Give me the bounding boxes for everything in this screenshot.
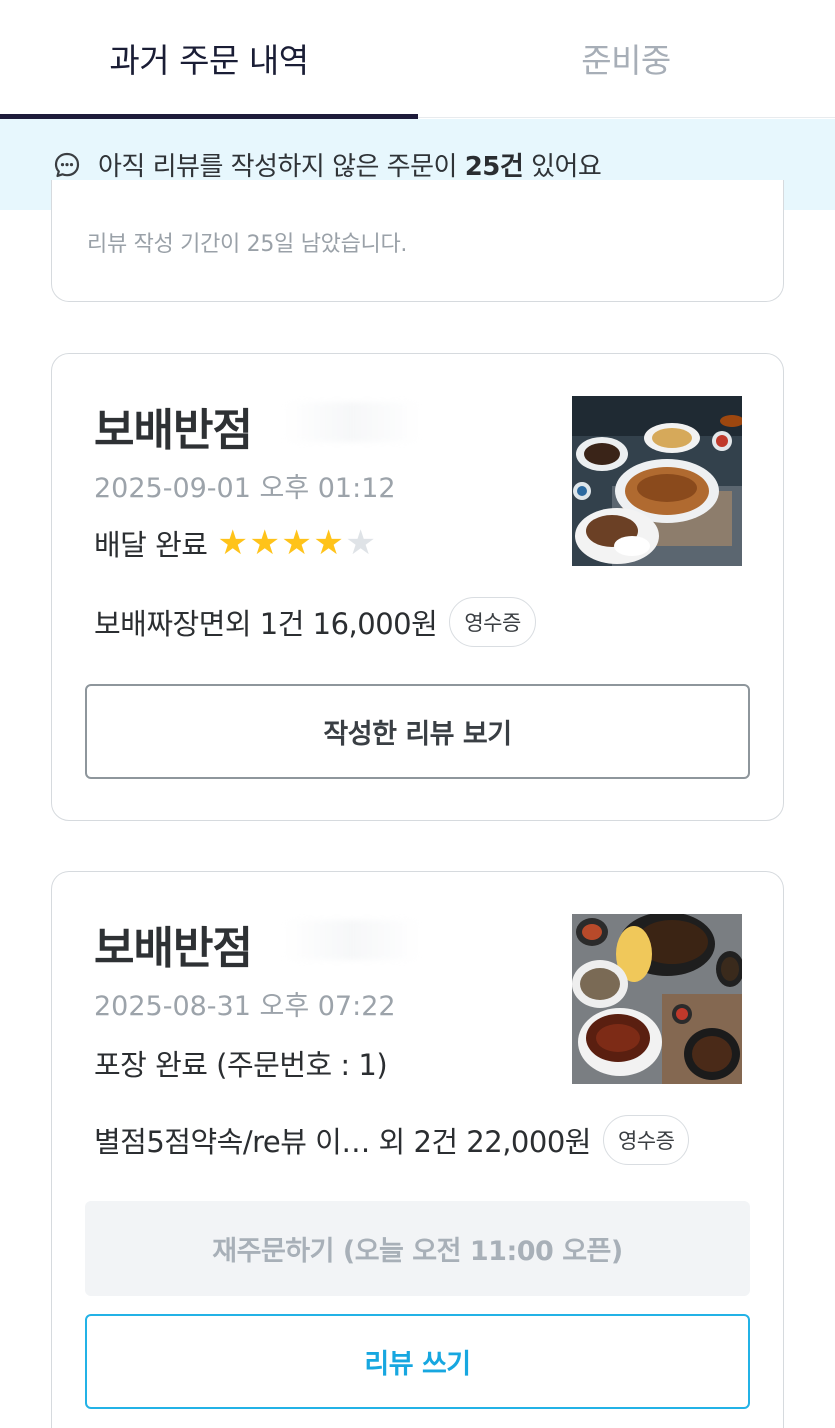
tab-past-orders[interactable]: 과거 주문 내역 bbox=[0, 0, 418, 118]
reorder-button[interactable]: 재주문하기 (오늘 오전 11:00 오픈) bbox=[85, 1201, 750, 1296]
order-status-label: 포장 완료 (주문번호 : 1) bbox=[94, 1048, 388, 1082]
write-review-button[interactable]: 리뷰 쓰기 bbox=[85, 1314, 750, 1409]
store-name[interactable]: 보배반점 bbox=[94, 394, 253, 458]
star-filled-icon: ★ bbox=[313, 523, 344, 563]
order-card[interactable]: 보배반점 2025-08-31 오후 07:22 포장 완료 (주문번호 : 1… bbox=[51, 871, 784, 1428]
banner-text-prefix: 아직 리뷰를 작성하지 않은 주문이 bbox=[98, 152, 465, 182]
redacted-branch bbox=[282, 920, 422, 960]
order-status: 배달 완료 ★ ★ ★ ★ ★ bbox=[94, 522, 377, 564]
chat-bubble-icon bbox=[52, 150, 82, 180]
pending-review-count: 25건 bbox=[464, 152, 524, 182]
receipt-button[interactable]: 영수증 bbox=[602, 1115, 690, 1165]
view-written-review-button[interactable]: 작성한 리뷰 보기 bbox=[85, 684, 750, 779]
store-name[interactable]: 보배반점 bbox=[94, 912, 253, 976]
order-date: 2025-09-01 오후 01:12 bbox=[94, 473, 396, 504]
banner-message: 아직 리뷰를 작성하지 않은 주문이 25건 있어요 bbox=[98, 146, 602, 183]
food-thumbnail[interactable] bbox=[572, 914, 742, 1084]
tab-preparing[interactable]: 준비중 bbox=[417, 0, 835, 118]
order-date: 2025-08-31 오후 07:22 bbox=[94, 991, 396, 1022]
order-card-previous: 리뷰 작성 기간이 25일 남았습니다. bbox=[51, 180, 784, 302]
star-filled-icon: ★ bbox=[217, 523, 248, 563]
order-summary-text: 별점5점약속/re뷰 이… 외 2건 22,000원 bbox=[94, 1125, 591, 1159]
order-tabs: 과거 주문 내역 준비중 bbox=[0, 0, 835, 119]
order-summary: 보배짜장면외 1건 16,000원 영수증 bbox=[94, 597, 536, 647]
food-thumbnail[interactable] bbox=[572, 396, 742, 566]
receipt-button[interactable]: 영수증 bbox=[449, 597, 536, 647]
banner-text-suffix: 있어요 bbox=[523, 152, 602, 182]
star-filled-icon: ★ bbox=[249, 523, 280, 563]
order-card[interactable]: 보배반점 2025-09-01 오후 01:12 배달 완료 ★ ★ ★ ★ ★… bbox=[51, 353, 784, 821]
star-empty-icon: ★ bbox=[345, 523, 376, 563]
review-period-note: 리뷰 작성 기간이 25일 남았습니다. bbox=[87, 232, 408, 257]
rating-stars: ★ ★ ★ ★ ★ bbox=[217, 526, 377, 560]
order-summary: 별점5점약속/re뷰 이… 외 2건 22,000원 영수증 bbox=[94, 1115, 690, 1165]
star-filled-icon: ★ bbox=[281, 523, 312, 563]
order-summary-text: 보배짜장면외 1건 16,000원 bbox=[94, 607, 438, 641]
order-status-label: 배달 완료 bbox=[94, 528, 208, 562]
redacted-branch bbox=[282, 402, 422, 442]
order-status: 포장 완료 (주문번호 : 1) bbox=[94, 1042, 388, 1084]
